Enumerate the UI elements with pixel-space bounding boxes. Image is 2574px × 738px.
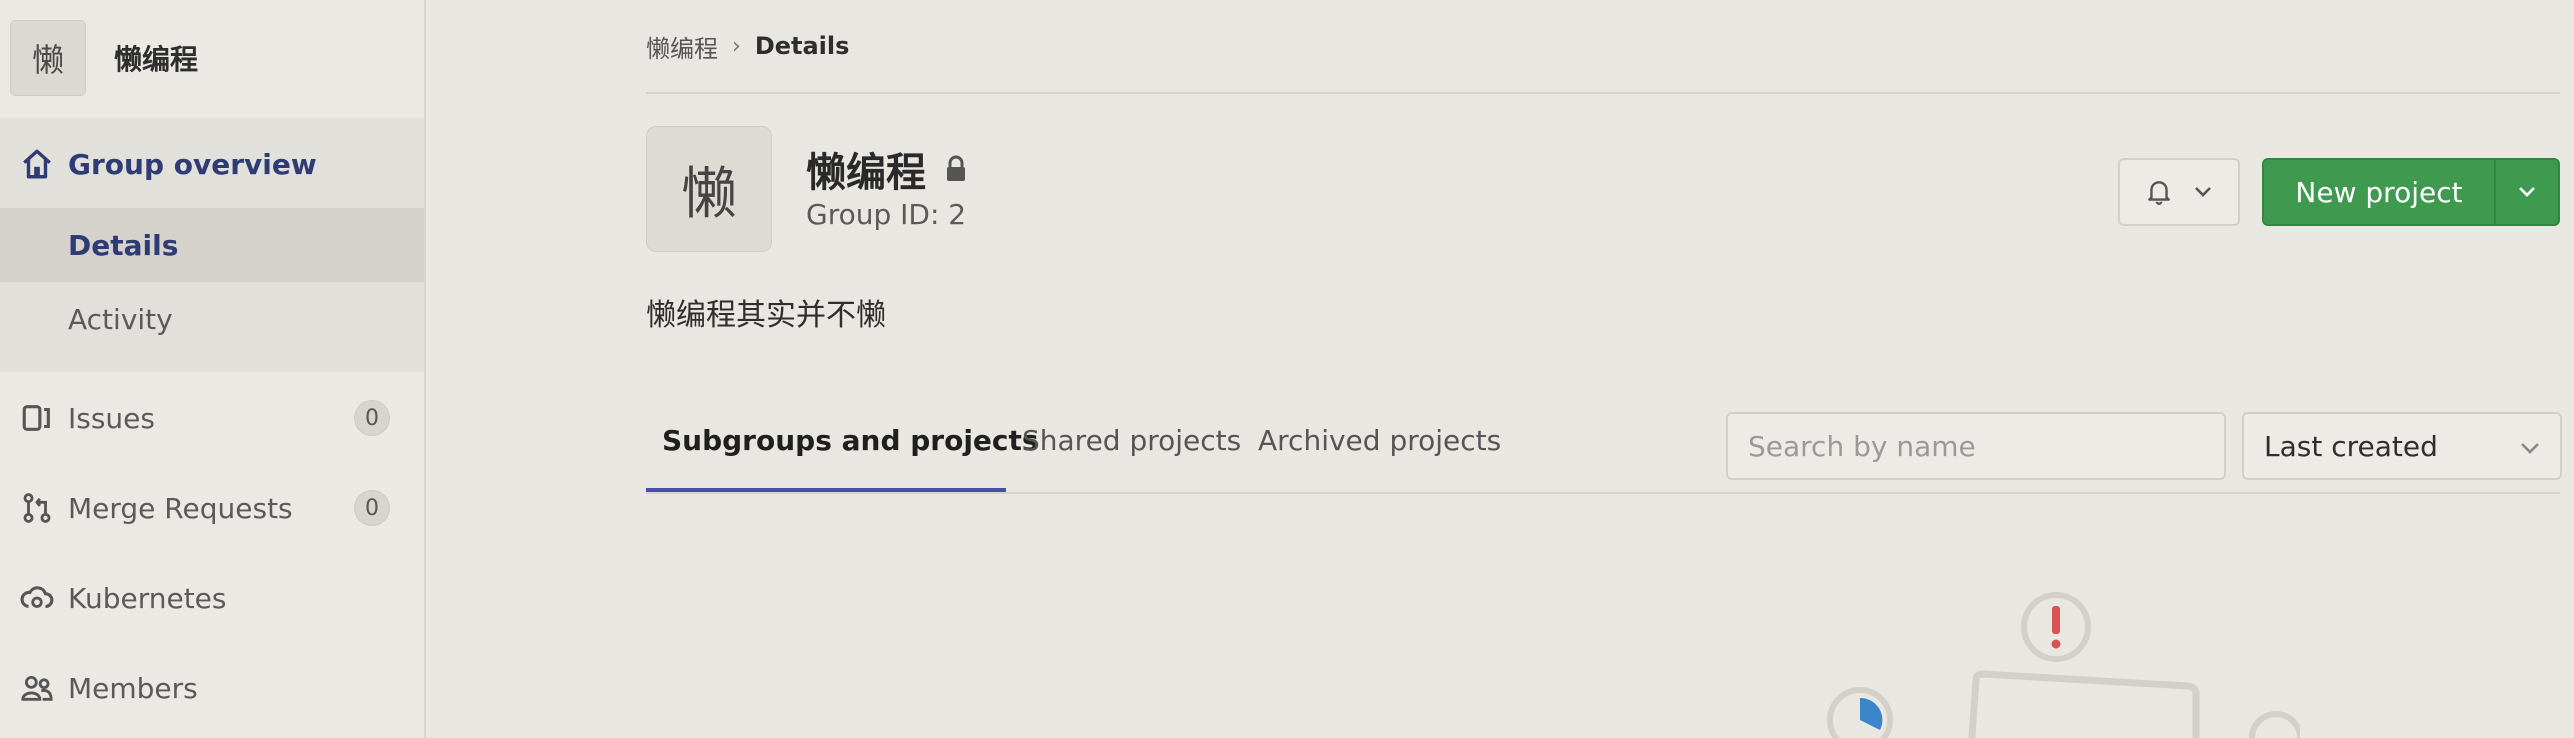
sidebar-item-label: Group overview	[68, 147, 317, 181]
header-divider	[646, 92, 2560, 94]
sort-dropdown[interactable]: Last created	[2242, 412, 2562, 480]
tab-archived-projects[interactable]: Archived projects	[1258, 424, 1501, 457]
home-icon	[23, 149, 51, 179]
sidebar-item-members[interactable]: Members	[0, 650, 424, 726]
sidebar-item-label: Kubernetes	[68, 581, 227, 615]
chevron-down-icon	[2519, 187, 2535, 197]
new-project-button[interactable]: New project	[2264, 160, 2494, 224]
group-description: 懒编程其实并不懒	[646, 298, 886, 333]
sidebar-group-avatar: 懒	[10, 20, 86, 96]
group-id: Group ID: 2	[806, 198, 967, 231]
breadcrumb-root-link[interactable]: 懒编程	[646, 29, 718, 64]
sidebar-item-group-overview[interactable]: Group overview	[0, 126, 424, 202]
active-tab-indicator	[646, 488, 1006, 492]
lock-icon	[947, 155, 965, 181]
sidebar-group-header[interactable]: 懒 懒编程	[10, 18, 198, 98]
merge-requests-count-badge: 0	[354, 490, 390, 526]
sidebar-item-label: Issues	[68, 401, 155, 435]
tab-shared-projects[interactable]: Shared projects	[1022, 424, 1241, 457]
notification-settings-button[interactable]	[2118, 158, 2240, 226]
group-title: 懒编程	[806, 140, 968, 198]
issues-icon	[22, 405, 50, 431]
search-input[interactable]	[1726, 412, 2226, 480]
empty-state-illustration	[1827, 592, 2300, 738]
chevron-down-icon	[2521, 443, 2539, 454]
members-icon	[21, 675, 53, 701]
sidebar: 懒 懒编程 Group overview Details Activity Is…	[0, 0, 426, 738]
issues-count-badge: 0	[354, 400, 390, 436]
sidebar-item-label: Members	[68, 671, 198, 705]
chevron-down-icon	[2195, 187, 2211, 197]
new-project-dropdown-toggle[interactable]	[2496, 160, 2558, 224]
sidebar-item-label: Merge Requests	[68, 491, 293, 525]
breadcrumb: 懒编程 › Details	[646, 28, 849, 64]
sidebar-subitem-label: Activity	[68, 302, 173, 336]
merge-request-icon	[23, 493, 51, 523]
kubernetes-icon	[20, 586, 54, 609]
sort-dropdown-value: Last created	[2264, 429, 2438, 463]
sidebar-subitem-label: Details	[68, 228, 179, 262]
sidebar-subitem-activity[interactable]: Activity	[0, 282, 424, 356]
sidebar-subitem-details[interactable]: Details	[0, 208, 424, 282]
bell-icon	[2148, 181, 2170, 205]
tab-subgroups-and-projects[interactable]: Subgroups and projects	[662, 424, 1039, 457]
sidebar-item-issues[interactable]: Issues 0	[0, 380, 424, 456]
tabs-divider	[646, 492, 2560, 494]
breadcrumb-current[interactable]: Details	[755, 32, 850, 60]
new-project-split-button: New project	[2262, 158, 2560, 226]
sidebar-item-merge-requests[interactable]: Merge Requests 0	[0, 470, 424, 546]
sidebar-item-kubernetes[interactable]: Kubernetes	[0, 560, 424, 636]
group-avatar: 懒	[646, 126, 772, 252]
page-title: 懒编程	[806, 150, 926, 196]
sidebar-group-name: 懒编程	[114, 43, 199, 76]
breadcrumb-separator: ›	[732, 33, 741, 59]
